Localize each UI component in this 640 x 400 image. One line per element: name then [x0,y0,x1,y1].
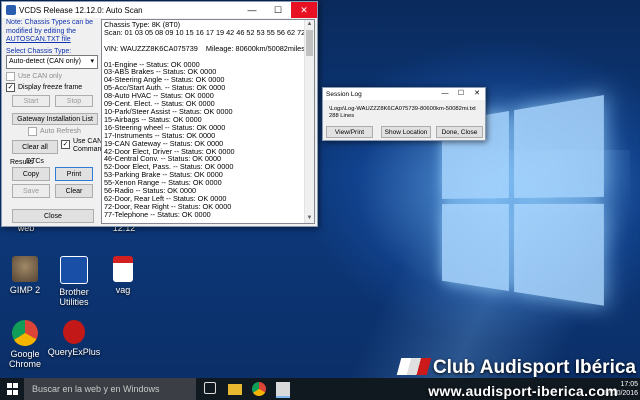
watermark-url: www.audisport-iberica.com [428,383,618,399]
chassis-type-select[interactable]: Auto-detect (CAN only) ▾ [6,54,98,69]
log-file-info: \Logs\Log-WAUZZZ8K6CA075739-80600km-5008… [329,106,476,120]
save-button[interactable]: Save [12,184,50,198]
session-log-title: Session Log [326,90,362,98]
clear-all-dtcs-button[interactable]: Clear all DTCs [12,140,58,165]
check-icon: ✓ [6,82,15,92]
taskbar-search-box[interactable]: Buscar en la web y en Windows [24,378,196,400]
scan-results-textbox[interactable]: Chassis Type: 8K (8T0) Scan: 01 03 05 08… [101,19,315,224]
auto-refresh-checkbox[interactable]: Auto Refresh [28,126,81,137]
chevron-down-icon: ▾ [90,57,94,65]
windows-start-icon [7,383,18,396]
window-title: VCDS Release 12.12.0: Auto Scan [19,5,143,15]
copy-button[interactable]: Copy [12,167,50,181]
brother-utilities-icon [60,256,88,284]
chrome-taskbar-icon[interactable] [252,382,266,396]
log-file-path: \Logs\Log-WAUZZZ8K6CA075739-80600km-5008… [329,106,476,112]
desktop-icon-brother-utilities[interactable]: Brother Utilities [46,256,102,307]
checkbox-box [6,71,15,81]
desktop-icon-vag[interactable]: vag [95,256,151,295]
scroll-down-icon[interactable]: ▼ [305,214,314,223]
flag-icon [396,358,432,375]
stop-button[interactable]: Stop [55,95,93,107]
close-window-button[interactable]: ✕ [469,88,485,100]
vcds-left-panel: Note: Chassis Types can be modified by e… [6,19,105,223]
vcds-titlebar[interactable]: VCDS Release 12.12.0: Auto Scan — ☐ ✕ [2,2,317,18]
minimize-button[interactable]: — [239,2,265,18]
display-freeze-frame-checkbox[interactable]: ✓ Display freeze frame [6,82,98,93]
chassis-note: Note: Chassis Types can be modified by e… [6,19,94,43]
show-location-button[interactable]: Show Location [381,126,431,138]
clear-button[interactable]: Clear [55,184,93,198]
start-button[interactable]: Start [12,95,50,107]
autoscan-file-link[interactable]: AUTOSCAN.TXT file [6,36,71,43]
checkbox-box [28,127,37,136]
print-button[interactable]: Print [55,167,93,181]
check-icon: ✓ [61,140,70,149]
scan-results-text: Chassis Type: 8K (8T0) Scan: 01 03 05 08… [104,20,314,219]
session-log-window: Session Log — ☐ ✕ \Logs\Log-WAUZZZ8K6CA0… [322,87,486,141]
scrollbar-thumb[interactable] [306,30,313,56]
vertical-scrollbar[interactable]: ▲ ▼ [304,20,314,223]
view-print-button[interactable]: View/Print [326,126,373,138]
vcds-auto-scan-window: VCDS Release 12.12.0: Auto Scan — ☐ ✕ No… [1,1,318,227]
chrome-icon [12,320,38,346]
start-button[interactable] [0,378,24,400]
done-close-button[interactable]: Done, Close [436,126,483,138]
file-explorer-icon[interactable] [228,384,242,395]
log-line-count: 288 Lines [329,113,355,119]
pdf-file-icon [113,256,133,282]
use-can-command-checkbox[interactable]: ✓ Use CAN Command [61,138,105,156]
maximize-button[interactable]: ☐ [453,88,469,100]
scroll-up-icon[interactable]: ▲ [305,20,314,29]
gimp-icon [12,256,38,282]
maximize-button[interactable]: ☐ [265,2,291,18]
minimize-button[interactable]: — [437,88,453,100]
watermark-brand: Club Audisport Ibérica [396,357,636,379]
use-can-only-checkbox[interactable]: Use CAN only [6,71,98,82]
close-button[interactable]: Close [12,209,94,223]
session-log-titlebar[interactable]: Session Log — ☐ ✕ [323,88,485,100]
desktop-icon-queryexplus[interactable]: QueryExPlus [46,320,102,357]
close-window-button[interactable]: ✕ [291,2,317,18]
task-view-icon[interactable] [204,382,216,394]
queryexplus-icon [63,320,85,344]
vcds-app-icon [6,5,16,15]
vcds-taskbar-icon[interactable] [276,382,290,398]
chassis-type-label: Select Chassis Type: [6,47,72,55]
results-label: Results [10,159,34,166]
gateway-installation-list-button[interactable]: Gateway Installation List [12,113,98,125]
